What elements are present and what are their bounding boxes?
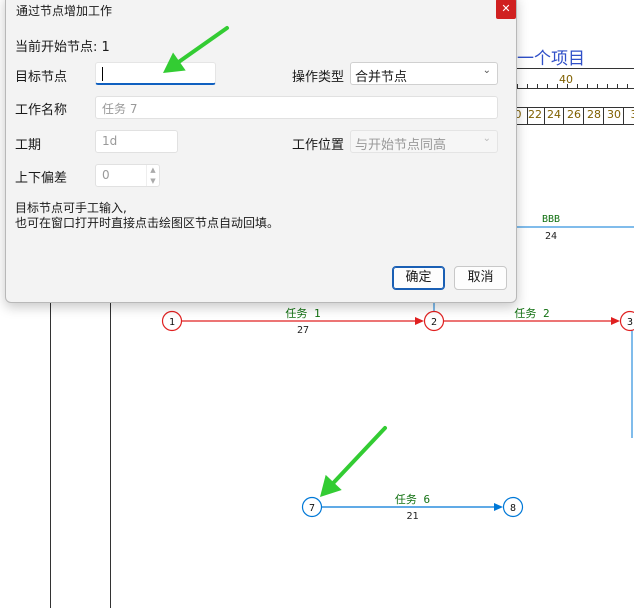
work-position-value: 与开始节点同高 — [355, 138, 447, 153]
ok-button[interactable]: 确定 — [392, 266, 445, 290]
operation-type-label: 操作类型 — [292, 70, 345, 85]
node-label-1: 1 — [169, 317, 175, 328]
offset-spinner[interactable]: 0 ▲ ▼ — [95, 164, 160, 187]
spin-down-icon[interactable]: ▼ — [147, 176, 159, 187]
node-label-2: 2 — [431, 317, 437, 328]
activity-name-task-2: 任务 2 — [514, 307, 549, 320]
hint-line-1: 目标节点可手工输入, — [15, 201, 127, 215]
activity-duration-bbb: 24 — [545, 231, 557, 242]
arrowhead-icon — [415, 317, 424, 325]
duration-label: 工期 — [15, 138, 42, 153]
work-position-select[interactable]: 与开始节点同高 ⌄ — [350, 130, 498, 153]
current-start-node-label: 当前开始节点: 1 — [15, 40, 110, 55]
spin-up-icon[interactable]: ▲ — [147, 165, 159, 176]
hint-text: 目标节点可手工输入, 也可在窗口打开时直接点击绘图区节点自动回填。 — [15, 201, 279, 231]
duration-input[interactable]: 1d — [95, 130, 178, 153]
activity-name-bbb: BBB — [542, 214, 560, 225]
operation-type-select[interactable]: 合并节点 ⌄ — [350, 62, 498, 85]
node-label-8: 8 — [510, 503, 516, 514]
close-button[interactable]: ✕ — [496, 0, 516, 19]
offset-label: 上下偏差 — [15, 171, 68, 186]
text-caret — [102, 67, 103, 81]
chevron-down-icon: ⌄ — [482, 133, 491, 144]
target-node-label: 目标节点 — [15, 70, 68, 85]
chevron-down-icon: ⌄ — [482, 65, 491, 76]
arrowhead-icon — [494, 503, 503, 511]
activity-name-task-1: 任务 1 — [285, 307, 320, 320]
operation-type-value: 合并节点 — [355, 70, 408, 85]
arrowhead-icon — [611, 317, 620, 325]
activity-name-task-6: 任务 6 — [395, 493, 430, 506]
node-label-3: 3 — [627, 317, 633, 328]
work-position-label: 工作位置 — [292, 138, 345, 153]
node-label-7: 7 — [309, 503, 315, 514]
target-node-input[interactable] — [95, 62, 216, 85]
activity-duration-task-6: 21 — [406, 511, 418, 522]
dialog-title: 通过节点增加工作 — [16, 4, 113, 18]
activity-duration-task-1: 27 — [297, 325, 309, 336]
cancel-button[interactable]: 取消 — [454, 266, 507, 290]
work-name-label: 工作名称 — [15, 103, 68, 118]
add-work-dialog: 通过节点增加工作 ✕ 当前开始节点: 1 目标节点 操作类型 合并节点 ⌄ 工作… — [5, 0, 517, 303]
hint-line-2: 也可在窗口打开时直接点击绘图区节点自动回填。 — [15, 216, 280, 230]
work-name-input[interactable]: 任务 7 — [95, 96, 498, 119]
